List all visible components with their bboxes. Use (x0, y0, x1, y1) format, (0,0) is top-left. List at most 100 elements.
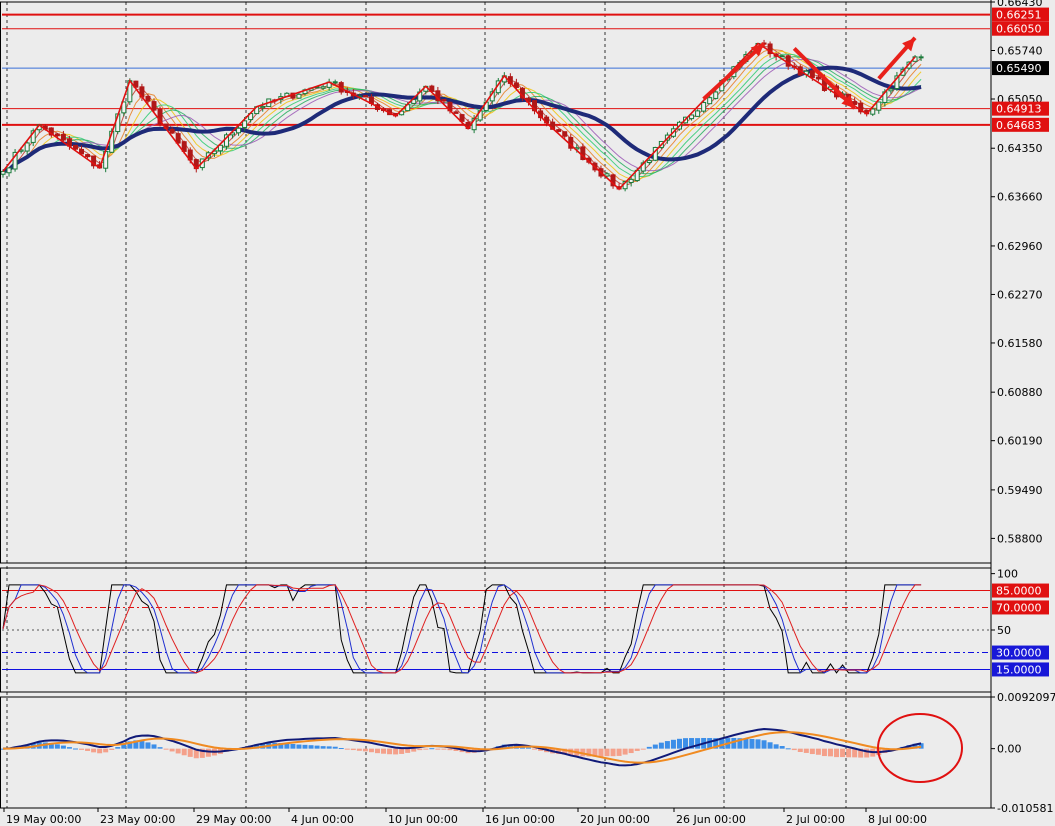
price-tick-label: 0.63660 (997, 191, 1043, 204)
macd-bar (115, 747, 121, 749)
level-price-tag: 0.66251 (992, 7, 1049, 22)
zigzag-line (2, 42, 916, 191)
macd-bar (374, 748, 380, 754)
macd-bar (332, 746, 338, 749)
macd-bar (60, 745, 66, 749)
svg-text:0.64913: 0.64913 (996, 103, 1042, 116)
candle (362, 94, 368, 98)
price-tick-label: 0.60190 (997, 435, 1043, 448)
svg-text:15.0000: 15.0000 (996, 663, 1042, 676)
macd-bar (435, 748, 441, 750)
macd-panel (0, 713, 963, 783)
svg-text:70.0000: 70.0000 (996, 601, 1042, 614)
macd-bar (151, 744, 157, 749)
svg-text:30.0000: 30.0000 (996, 647, 1042, 660)
level-price-tag: 0.64913 (992, 101, 1049, 116)
macd-bar (604, 748, 610, 757)
time-tick-label: 23 May 00:00 (100, 813, 175, 826)
macd-bar (695, 738, 701, 749)
macd-bar (314, 745, 320, 749)
oscillator-level-tag: 15.0000 (992, 662, 1049, 677)
time-gridlines (6, 2, 847, 808)
macd-bar (827, 748, 833, 757)
macd-bar (320, 746, 326, 749)
svg-text:0.66050: 0.66050 (996, 23, 1042, 36)
time-tick-label: 2 Jul 00:00 (786, 813, 845, 826)
svg-text:85.0000: 85.0000 (996, 585, 1042, 598)
candle (876, 101, 882, 114)
macd-bar (54, 744, 60, 749)
macd-bar (326, 746, 332, 749)
svg-text:0.65490: 0.65490 (996, 62, 1042, 75)
macd-bar (640, 748, 646, 750)
current-price-tag: 0.65490 (992, 61, 1049, 75)
macd-bar (658, 742, 664, 749)
price-tick-label: 0.60880 (997, 386, 1043, 399)
macd-bar (767, 742, 773, 749)
time-tick-label: 4 Jun 00:00 (291, 813, 354, 826)
macd-bar (350, 748, 356, 751)
macd-bar (525, 747, 531, 749)
macd-bar (441, 748, 447, 750)
macd-bar (103, 748, 109, 753)
oscillator-level-tag: 85.0000 (992, 583, 1049, 598)
macd-bar (761, 740, 767, 749)
macd-bar (175, 748, 181, 754)
macd-bar (628, 748, 634, 754)
macd-bar (598, 748, 604, 757)
oscillator-line (2, 584, 922, 674)
candle (894, 71, 900, 91)
oscillator-line (2, 584, 922, 674)
macd-bar (815, 748, 821, 755)
macd-bar (356, 748, 362, 751)
macd-bar (145, 742, 151, 749)
macd-bar (308, 745, 314, 749)
macd-bar (532, 748, 538, 750)
macd-bar (447, 748, 453, 751)
macd-bar (429, 748, 435, 750)
macd-bar (616, 748, 622, 756)
macd-bar (79, 748, 85, 750)
price-tick-label: 0.59490 (997, 484, 1043, 497)
time-axis: 19 May 00:00 23 May 00:00 29 May 00:00 4 Ju… (3, 808, 927, 826)
macd-bar (803, 748, 809, 753)
macd-bar (809, 748, 815, 755)
price-tick-label: 0.64350 (997, 142, 1043, 155)
time-tick-label: 29 May 00:00 (196, 813, 271, 826)
macd-bar (664, 741, 670, 749)
macd-bar (85, 748, 91, 751)
panel-border (0, 1, 992, 564)
candle (779, 55, 785, 58)
macd-bar (338, 748, 344, 750)
macd-bar (405, 748, 411, 753)
macd-bar (834, 748, 840, 758)
macd-bar (399, 748, 405, 754)
macd-bar (97, 748, 103, 754)
macd-bar (840, 748, 846, 758)
candlesticks (0, 39, 924, 192)
macd-bar (846, 748, 852, 758)
oscillator-tick-label: 100 (997, 568, 1018, 581)
macd-bar (344, 748, 350, 750)
macd-bar (646, 746, 652, 749)
macd-bar (387, 748, 393, 755)
macd-bar (423, 748, 429, 750)
time-tick-label: 8 Jul 00:00 (868, 813, 927, 826)
time-tick-label: 16 Jun 00:00 (485, 813, 555, 826)
macd-bar (610, 748, 616, 757)
macd-bar (66, 747, 72, 749)
trading-chart: 0.664300.657400.650500.643500.636600.629… (0, 0, 1055, 826)
macd-bar (797, 748, 803, 752)
candle (695, 109, 701, 117)
macd-bar (187, 748, 193, 757)
macd-bar (755, 739, 761, 749)
macd-bar (670, 739, 676, 749)
oscillator-lines (2, 584, 922, 674)
svg-text:0.64683: 0.64683 (996, 119, 1042, 132)
macd-bar (381, 748, 387, 754)
price-axis: 0.664300.657400.650500.643500.636600.629… (991, 0, 1055, 815)
macd-bar (205, 748, 211, 757)
macd-bar (676, 738, 682, 749)
macd-bar (393, 748, 399, 755)
macd-tick-label: 0.0092097 (997, 691, 1055, 704)
